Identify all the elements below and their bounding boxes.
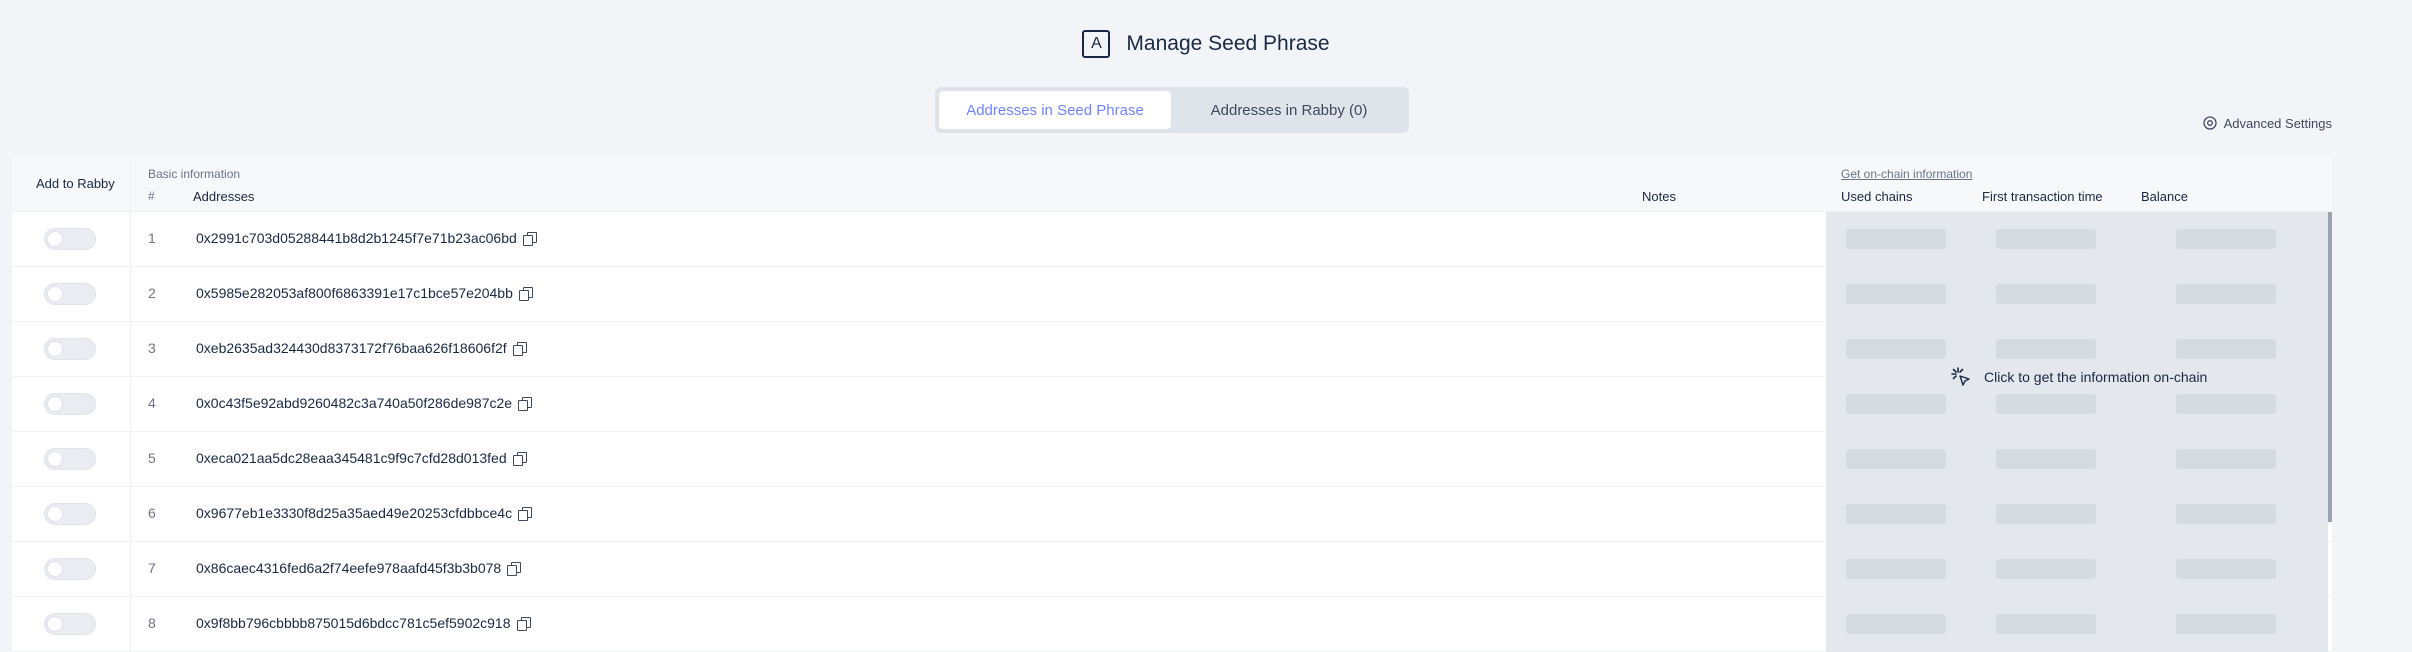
address-text: 0x86caec4316fed6a2f74eefe978aafd45f3b3b0… [196, 560, 502, 576]
col-used-chains: Used chains [1841, 189, 1913, 204]
col-index: # [148, 189, 155, 203]
skeleton-placeholder [1996, 394, 2096, 414]
page-header: A Manage Seed Phrase [0, 30, 2412, 58]
address-cell: 0xeb2635ad324430d8373172f76baa626f18606f… [196, 340, 527, 356]
address-cell: 0x9677eb1e3330f8d25a35aed49e20253cfdbbce… [196, 505, 533, 521]
skeleton-placeholder [1846, 614, 1946, 634]
skeleton-placeholder [1996, 339, 2096, 359]
address-text: 0x2991c703d05288441b8d2b1245f7e71b23ac06… [196, 230, 517, 246]
add-to-rabby-toggle[interactable] [44, 228, 96, 250]
add-to-rabby-toggle[interactable] [44, 338, 96, 360]
row-index: 8 [148, 615, 156, 631]
copy-icon[interactable] [512, 341, 527, 356]
add-to-rabby-toggle[interactable] [44, 503, 96, 525]
address-cell: 0xeca021aa5dc28eaa345481c9f9c7cfd28d013f… [196, 450, 527, 466]
skeleton-placeholder [2176, 504, 2276, 524]
table-header: Add to Rabby Basic information # Address… [12, 156, 2332, 212]
rabby-logo-icon: A [1082, 30, 1111, 58]
add-to-rabby-toggle[interactable] [44, 558, 96, 580]
tab-addresses-in-rabby[interactable]: Addresses in Rabby (0) [1173, 91, 1405, 129]
copy-icon[interactable] [512, 451, 527, 466]
add-to-rabby-toggle[interactable] [44, 283, 96, 305]
col-addresses: Addresses [193, 189, 255, 204]
skeleton-placeholder [1846, 339, 1946, 359]
address-text: 0x0c43f5e92abd9260482c3a740a50f286de987c… [196, 395, 513, 411]
address-cell: 0x0c43f5e92abd9260482c3a740a50f286de987c… [196, 395, 533, 411]
toggle-knob [47, 231, 63, 247]
skeleton-placeholder [1996, 284, 2096, 304]
tab-addresses-in-seed-phrase[interactable]: Addresses in Seed Phrase [939, 91, 1171, 129]
gear-icon [2202, 116, 2217, 130]
advanced-settings-button[interactable]: Advanced Settings [2202, 115, 2332, 131]
row-index: 4 [148, 395, 156, 411]
copy-icon[interactable] [516, 616, 531, 631]
skeleton-placeholder [2176, 284, 2276, 304]
add-to-rabby-toggle[interactable] [44, 613, 96, 635]
skeleton-placeholder [2176, 394, 2276, 414]
tab-switcher: Addresses in Seed Phrase Addresses in Ra… [935, 87, 1409, 133]
address-text: 0x9f8bb796cbbbb875015d6bdcc781c5ef5902c9… [196, 615, 511, 631]
row-index: 6 [148, 505, 156, 521]
toggle-knob [47, 341, 63, 357]
onchain-info-overlay[interactable]: Click to get the information on-chain [1826, 212, 2328, 652]
advanced-settings-label: Advanced Settings [2223, 115, 2332, 131]
col-add-to-rabby: Add to Rabby [36, 176, 115, 191]
skeleton-placeholder [1996, 449, 2096, 469]
toggle-knob [47, 286, 63, 302]
add-to-rabby-toggle[interactable] [44, 393, 96, 415]
address-text: 0xeb2635ad324430d8373172f76baa626f18606f… [196, 340, 507, 356]
skeleton-placeholder [1846, 229, 1946, 249]
row-index: 2 [148, 285, 156, 301]
row-index: 5 [148, 450, 156, 466]
onchain-prompt-text: Click to get the information on-chain [1984, 369, 2208, 385]
address-cell: 0x2991c703d05288441b8d2b1245f7e71b23ac06… [196, 230, 537, 246]
toggle-knob [47, 396, 63, 412]
toggle-knob [47, 616, 63, 632]
col-first-transaction-time: First transaction time [1982, 189, 2103, 204]
get-onchain-info-link[interactable]: Get on-chain information [1841, 167, 1972, 181]
address-cell: 0x86caec4316fed6a2f74eefe978aafd45f3b3b0… [196, 560, 522, 576]
loading-cursor-icon [1951, 367, 1970, 386]
group-basic-information: Basic information [148, 167, 241, 181]
copy-icon[interactable] [522, 231, 537, 246]
col-notes: Notes [1642, 189, 1676, 204]
copy-icon[interactable] [518, 396, 533, 411]
skeleton-placeholder [2176, 339, 2276, 359]
add-to-rabby-toggle[interactable] [44, 448, 96, 470]
toggle-knob [47, 451, 63, 467]
skeleton-placeholder [1996, 559, 2096, 579]
address-text: 0xeca021aa5dc28eaa345481c9f9c7cfd28d013f… [196, 450, 507, 466]
copy-icon[interactable] [507, 561, 522, 576]
row-index: 3 [148, 340, 156, 356]
row-index: 7 [148, 560, 156, 576]
address-table: Add to Rabby Basic information # Address… [12, 156, 2332, 652]
row-index: 1 [148, 230, 156, 246]
toggle-knob [47, 561, 63, 577]
col-balance: Balance [2141, 189, 2188, 204]
skeleton-placeholder [2176, 559, 2276, 579]
skeleton-placeholder [1846, 394, 1946, 414]
skeleton-placeholder [1846, 284, 1946, 304]
skeleton-placeholder [1846, 504, 1946, 524]
copy-icon[interactable] [518, 506, 533, 521]
skeleton-placeholder [1846, 559, 1946, 579]
address-text: 0x5985e282053af800f6863391e17c1bce57e204… [196, 285, 513, 301]
page-title: Manage Seed Phrase [1126, 32, 1330, 55]
address-text: 0x9677eb1e3330f8d25a35aed49e20253cfdbbce… [196, 505, 513, 521]
toggle-knob [47, 506, 63, 522]
skeleton-placeholder [2176, 449, 2276, 469]
skeleton-placeholder [1996, 614, 2096, 634]
address-cell: 0x5985e282053af800f6863391e17c1bce57e204… [196, 285, 533, 301]
scrollbar[interactable] [2328, 212, 2332, 522]
skeleton-placeholder [1846, 449, 1946, 469]
skeleton-placeholder [2176, 614, 2276, 634]
copy-icon[interactable] [518, 286, 533, 301]
get-onchain-info-button[interactable]: Click to get the information on-chain [1950, 366, 2207, 388]
address-cell: 0x9f8bb796cbbbb875015d6bdcc781c5ef5902c9… [196, 615, 531, 631]
skeleton-placeholder [1996, 504, 2096, 524]
skeleton-placeholder [2176, 229, 2276, 249]
skeleton-placeholder [1996, 229, 2096, 249]
